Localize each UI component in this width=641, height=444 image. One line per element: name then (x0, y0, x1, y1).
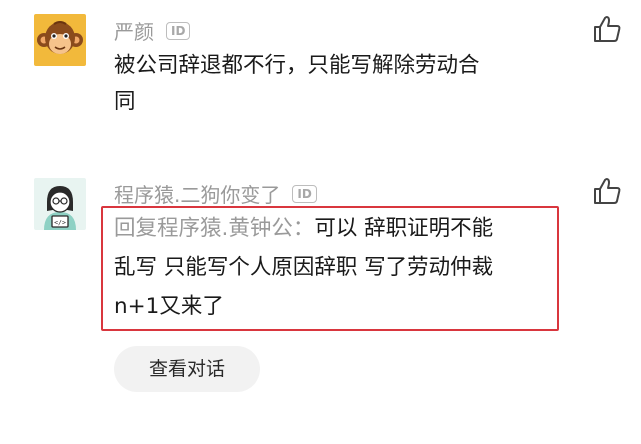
reply-text-line: 乱写 只能写个人原因辞职 写了劳动仲裁 (114, 255, 494, 280)
reply-text-line: n+1又来了 (114, 294, 224, 319)
username-text[interactable]: 严颜 (114, 16, 154, 45)
reply-text: 回复程序猿.黄钟公：可以 辞职证明不能 乱写 只能写个人原因辞职 写了劳动仲裁 … (114, 209, 552, 326)
svg-text:</>: </> (54, 219, 66, 227)
id-badge: ID (166, 21, 191, 40)
id-badge: ID (292, 184, 317, 203)
view-conversation-button[interactable]: 查看对话 (114, 346, 260, 392)
username-text[interactable]: 程序猿.二狗你变了 (114, 179, 280, 208)
comment-text-line: 被公司辞退都不行，只能写解除劳动合 (114, 53, 480, 78)
reply-text-content: 可以 辞职证明不能 (314, 216, 494, 241)
thumbs-up-icon[interactable] (592, 14, 622, 44)
reply-prefix[interactable]: 回复程序猿.黄钟公： (114, 216, 314, 241)
thumbs-up-icon[interactable] (592, 176, 622, 206)
programmer-avatar-icon[interactable]: </> (34, 178, 86, 230)
comment-username[interactable]: 程序猿.二狗你变了 ID (114, 179, 317, 208)
reply-text-line: 回复程序猿.黄钟公：可以 辞职证明不能 (114, 209, 552, 248)
monkey-avatar-icon[interactable] (34, 14, 86, 66)
comment-username[interactable]: 严颜 ID (114, 16, 191, 45)
comment-text: 被公司辞退都不行，只能写解除劳动合 同 (114, 48, 584, 120)
comment-text-line: 同 (114, 89, 136, 114)
